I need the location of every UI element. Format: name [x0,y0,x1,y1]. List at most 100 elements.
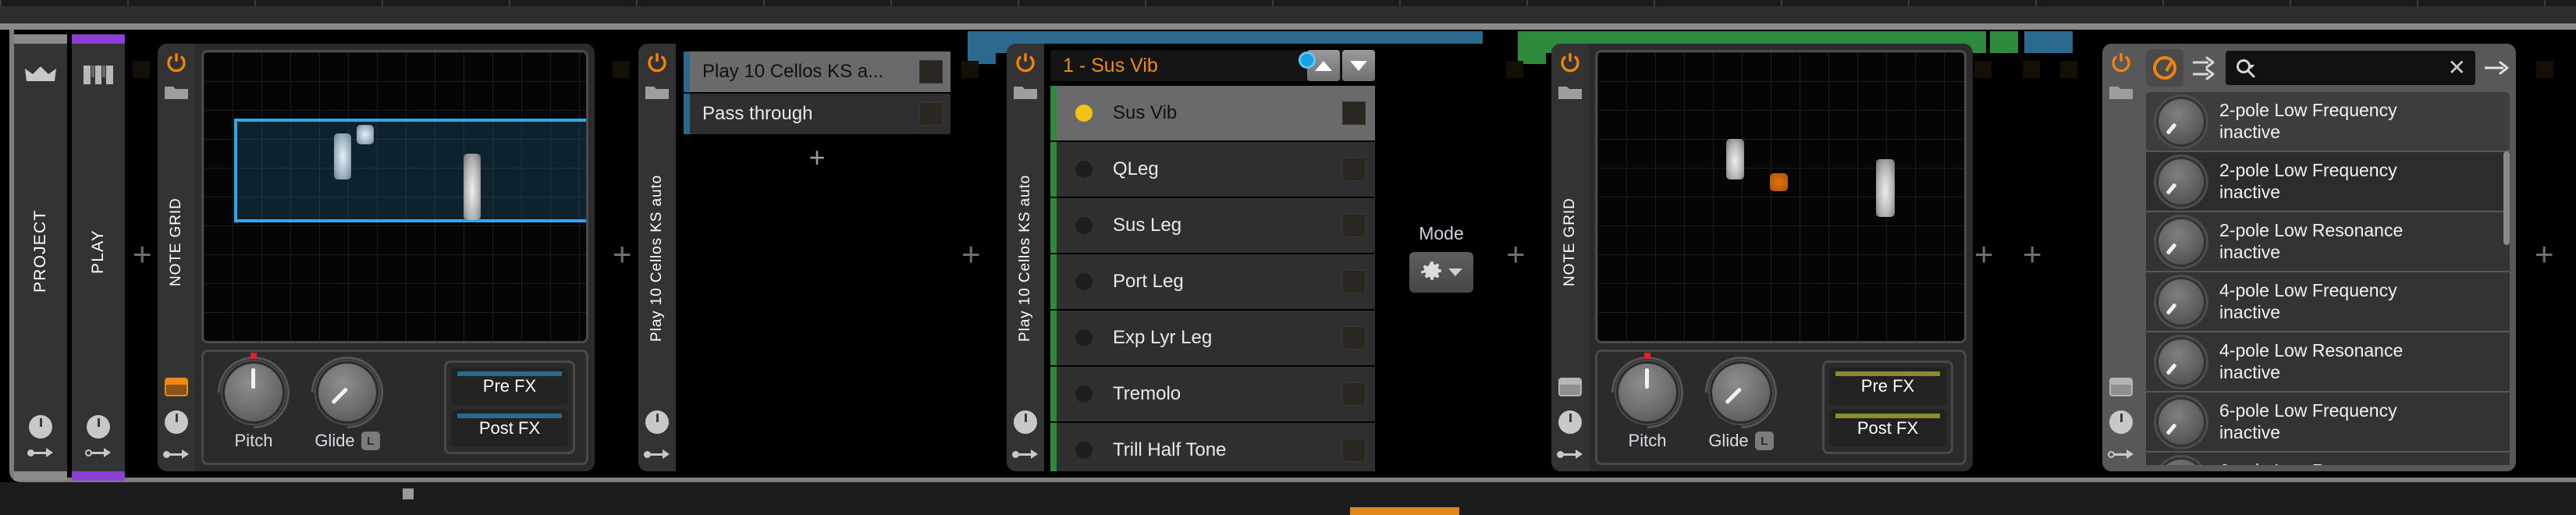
articulation-down-button[interactable] [1342,50,1375,81]
device-4-rail[interactable]: NOTE GRID [1551,44,1589,471]
device-layer-list[interactable]: Play 10 Cellos KS auto Play 10 Cellos KS… [638,44,958,471]
articulation-toggle[interactable] [1342,214,1366,237]
modulation-amount-knob[interactable] [2159,460,2204,466]
window-icon[interactable] [1558,378,1582,396]
io-icon[interactable] [1012,448,1039,460]
layer-toggle[interactable] [919,102,943,126]
add-device-button[interactable]: + [1974,238,1994,271]
folder-icon[interactable] [2109,84,2133,101]
empty-slot-marker[interactable] [2023,61,2040,78]
articulation-toggle[interactable] [1342,270,1366,293]
modulation-icon[interactable] [165,410,188,434]
articulation-active-led[interactable] [1075,273,1093,290]
note-grid-2-display[interactable] [1595,50,1967,343]
glide-knob[interactable] [1712,364,1770,421]
add-device-button[interactable]: + [2535,238,2554,271]
list-item[interactable]: Pass through [684,94,950,134]
articulation-row[interactable]: Port Leg [1050,254,1375,309]
modulation-row[interactable]: 6-pole Low Frequencyinactive [2146,392,2510,451]
add-device-button[interactable]: + [613,238,632,271]
arrow-right-icon[interactable] [2483,60,2510,76]
note-blob[interactable] [357,125,374,145]
articulation-active-led[interactable] [1075,217,1093,234]
pitch-knob[interactable] [225,364,282,421]
folder-icon[interactable] [1014,84,1037,101]
note-blob[interactable] [1770,173,1789,190]
mode-settings-button[interactable] [1409,252,1473,293]
io-icon[interactable] [1557,448,1583,460]
modulation-amount-knob[interactable] [2159,159,2204,204]
device-modulator-list[interactable]: ✕ 2-pole Low Frequencyinactive2-pole Low… [2102,44,2516,471]
empty-slot-marker[interactable] [961,61,979,78]
articulation-toggle[interactable] [1342,158,1366,181]
note-grid-1-display[interactable] [201,50,588,343]
power-icon[interactable] [1560,53,1580,73]
articulation-active-led[interactable] [1075,105,1093,122]
add-device-button[interactable]: + [1506,238,1526,271]
empty-slot-marker[interactable] [1506,61,1523,78]
modulation-icon[interactable] [1558,410,1582,434]
pre-fx-button[interactable]: Pre FX [451,368,568,405]
modulation-row[interactable]: 2-pole Low Resonanceinactive [2146,212,2510,271]
close-icon[interactable]: ✕ [2448,57,2466,79]
articulation-active-led[interactable] [1075,161,1093,178]
articulation-active-led[interactable] [1075,329,1093,346]
selection-rectangle[interactable] [234,119,588,222]
articulation-row[interactable]: Tremolo [1050,367,1375,421]
io-icon[interactable] [2108,448,2134,460]
articulation-toggle[interactable] [1342,382,1366,406]
folder-icon[interactable] [645,84,669,101]
note-blob[interactable] [1876,159,1895,217]
device-2-rail[interactable]: Play 10 Cellos KS auto [638,44,676,471]
modulation-row[interactable]: 4-pole Low Resonanceinactive [2146,332,2510,391]
power-icon[interactable] [166,53,187,73]
add-device-button[interactable]: + [133,238,152,271]
device-1-rail[interactable]: NOTE GRID [158,44,195,471]
modulation-row[interactable]: 2-pole Low Frequencyinactive [2146,92,2510,151]
pre-fx-button[interactable]: Pre FX [1829,368,1946,405]
device-note-grid-2[interactable]: NOTE GRID Pitch [1551,44,1973,471]
modulation-icon[interactable] [1014,410,1037,434]
empty-slot-marker[interactable] [613,61,630,78]
articulation-row[interactable]: QLeg [1050,142,1375,197]
note-blob[interactable] [1726,139,1745,179]
io-icon[interactable] [644,448,670,460]
modulation-amount-knob[interactable] [2159,219,2204,265]
power-icon[interactable] [2111,53,2131,73]
modulation-row[interactable]: 6-pole Low Resonanceinactive [2146,453,2510,465]
scrollbar[interactable] [2503,151,2510,245]
empty-slot-marker[interactable] [2536,61,2553,78]
modulation-amount-knob[interactable] [2159,339,2204,385]
articulation-row[interactable]: Trill Half Tone [1050,423,1375,471]
glide-knob[interactable] [318,364,376,421]
glide-lane-badge[interactable]: L [1755,432,1774,450]
articulation-toggle[interactable] [1342,439,1366,462]
articulation-row[interactable]: Exp Lyr Leg [1050,311,1375,365]
clip-color-bar[interactable] [1990,31,2018,53]
window-icon[interactable] [165,378,188,396]
window-icon[interactable] [2109,378,2133,396]
articulation-row[interactable]: Sus Leg [1050,198,1375,253]
sidebar-item-play[interactable]: PLAY [72,34,125,481]
list-item[interactable]: Play 10 Cellos KS a... [684,52,950,92]
search-input[interactable]: ✕ [2226,51,2475,85]
power-icon[interactable] [647,53,667,73]
modulation-icon[interactable] [645,410,669,434]
articulation-active-led[interactable] [1075,385,1093,403]
power-icon[interactable] [1015,53,1036,73]
layer-toggle[interactable] [919,60,943,83]
modulation-icon[interactable] [2109,410,2133,434]
device-5-rail[interactable] [2102,44,2140,471]
clip-color-bar[interactable] [2024,31,2073,53]
io-icon[interactable] [163,448,190,460]
modulation-amount-knob[interactable] [2159,400,2204,445]
articulation-active-led[interactable] [1075,442,1093,459]
knob-macro-icon[interactable] [2146,49,2183,87]
articulation-row[interactable]: Sus Vib [1050,86,1375,140]
modulation-row[interactable]: 4-pole Low Frequencyinactive [2146,272,2510,331]
modulation-row[interactable]: 2-pole Low Frequencyinactive [2146,152,2510,211]
pitch-knob[interactable] [1618,364,1676,421]
device-3-rail[interactable]: Play 10 Cellos KS auto [1007,44,1044,471]
add-device-button[interactable]: + [961,238,981,271]
modulation-amount-knob[interactable] [2159,99,2204,144]
